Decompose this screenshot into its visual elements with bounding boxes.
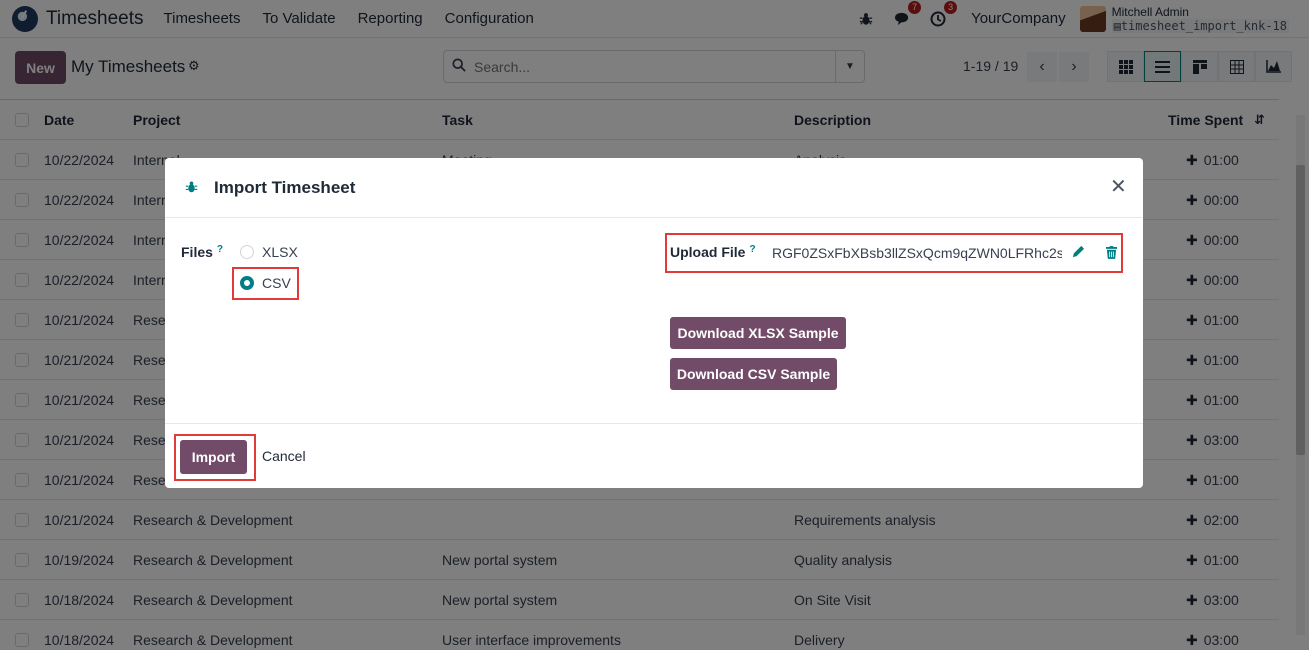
close-icon[interactable]: ✕	[1110, 177, 1127, 197]
radio-csv-button[interactable]	[240, 276, 254, 290]
download-xlsx-sample-button[interactable]: Download XLSX Sample	[670, 317, 846, 349]
dialog-footer: Import Cancel	[165, 423, 1143, 488]
download-csv-sample-button[interactable]: Download CSV Sample	[670, 358, 837, 390]
files-label: Files?	[181, 244, 224, 260]
upload-help-icon[interactable]: ?	[749, 244, 755, 255]
dialog-header: Import Timesheet ✕	[165, 158, 1143, 218]
trash-icon[interactable]	[1106, 246, 1117, 262]
radio-csv-label: CSV	[262, 275, 291, 291]
radio-csv[interactable]: CSV	[240, 275, 291, 291]
radio-xlsx[interactable]: XLSX	[240, 244, 298, 260]
import-button[interactable]: Import	[180, 440, 247, 474]
upload-file-label: Upload File?	[670, 244, 756, 260]
radio-xlsx-label: XLSX	[262, 244, 298, 260]
files-help-icon[interactable]: ?	[217, 244, 223, 255]
uploaded-file-value: RGF0ZSxFbXBsb3llZSxQcm9qZWN0LFRhc2ssRGVz…	[772, 245, 1062, 261]
radio-xlsx-button[interactable]	[240, 245, 254, 259]
edit-pencil-icon[interactable]	[1072, 245, 1085, 261]
dialog-title: Import Timesheet	[214, 178, 356, 197]
bug-icon	[185, 180, 198, 197]
import-timesheet-dialog: Import Timesheet ✕ Files? XLSX CSV Uploa…	[165, 158, 1143, 488]
cancel-button[interactable]: Cancel	[262, 448, 306, 464]
